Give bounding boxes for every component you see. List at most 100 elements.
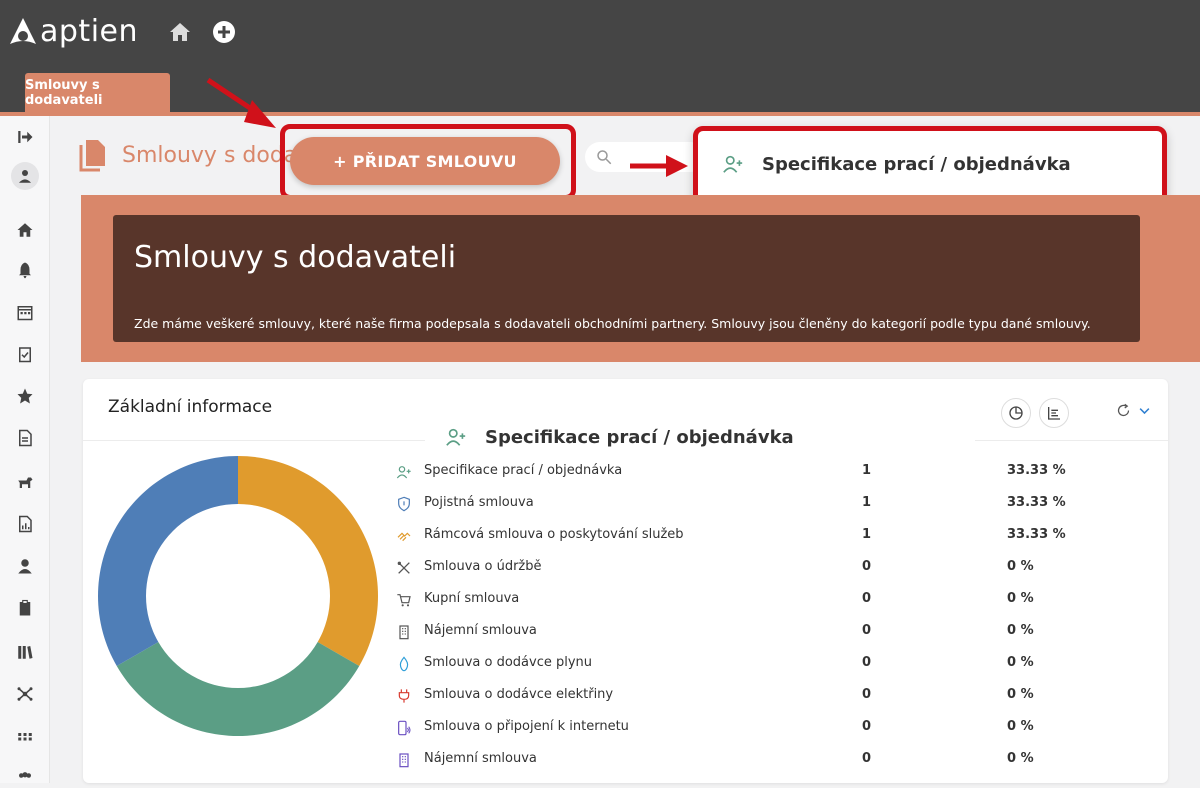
clipboard-icon[interactable] <box>14 597 36 619</box>
report-icon[interactable] <box>14 513 36 535</box>
legend-count: 0 <box>862 751 872 766</box>
legend-percentage: 33.33 % <box>1007 495 1066 510</box>
legend-label: Smlouva o údržbě <box>424 559 542 574</box>
chevron-down-icon <box>1139 408 1150 415</box>
legend-percentage: 0 % <box>1007 559 1034 574</box>
users-icon[interactable] <box>14 766 36 788</box>
refresh-control[interactable] <box>1116 403 1152 418</box>
legend-count: 0 <box>862 591 872 606</box>
document-icon[interactable] <box>14 427 36 449</box>
user-plus-icon <box>446 428 466 446</box>
aptien-logo-icon <box>10 17 36 44</box>
legend-count: 0 <box>862 655 872 670</box>
accent-line <box>0 112 1200 116</box>
legend-count: 1 <box>862 495 872 510</box>
clipboard-check-icon[interactable] <box>14 343 36 365</box>
legend-label: Smlouva o dodávce plynu <box>424 655 593 670</box>
highlight-frame-add-button <box>280 124 576 200</box>
refresh-icon <box>1117 403 1130 417</box>
legend-row[interactable]: Smlouva o dodávce plynu 0 0 % <box>396 654 1096 674</box>
handshake-icon <box>396 528 412 544</box>
legend-count: 1 <box>862 527 872 542</box>
legend-label: Smlouva o dodávce elektřiny <box>424 687 614 702</box>
legend-percentage: 0 % <box>1007 623 1034 638</box>
legend-row[interactable]: Kupní smlouva 0 0 % <box>396 590 1096 610</box>
user-plus-icon <box>396 464 412 480</box>
collapse-sidebar-icon[interactable] <box>14 126 36 148</box>
books-icon[interactable] <box>14 641 36 663</box>
list-icon <box>1048 407 1060 420</box>
legend-percentage: 33.33 % <box>1007 527 1066 542</box>
chart-tooltip-heading: Specifikace prací / objednávka <box>425 420 975 454</box>
user-plus-icon <box>723 155 743 173</box>
star-icon[interactable] <box>14 385 36 407</box>
bell-icon[interactable] <box>14 259 36 281</box>
legend-label: Nájemní smlouva <box>424 623 537 638</box>
top-bar <box>0 0 1200 112</box>
legend-count: 0 <box>862 623 872 638</box>
legend-percentage: 0 % <box>1007 751 1034 766</box>
dog-icon[interactable] <box>14 471 36 493</box>
banner-title: Smlouvy s dodavateli <box>134 240 457 275</box>
legend-percentage: 0 % <box>1007 719 1034 734</box>
avatar-icon[interactable] <box>11 162 39 190</box>
documents-icon <box>79 140 105 172</box>
banner-description: Zde máme veškeré smlouvy, které naše fir… <box>134 316 1091 331</box>
legend-count: 0 <box>862 687 872 702</box>
legend-label: Pojistná smlouva <box>424 495 534 510</box>
app-logo[interactable]: aptien <box>8 14 138 49</box>
legend-count: 0 <box>862 719 872 734</box>
dropdown-item-label: Specifikace prací / objednávka <box>762 153 1071 175</box>
legend-row[interactable]: Pojistná smlouva 1 33.33 % <box>396 494 1096 514</box>
grid-icon[interactable] <box>14 725 36 747</box>
legend-count: 1 <box>862 463 872 478</box>
donut-slice[interactable] <box>238 456 378 666</box>
arrow-annotation-2 <box>630 155 688 177</box>
cart-icon <box>396 592 412 608</box>
legend-label: Specifikace prací / objednávka <box>424 463 623 478</box>
legend-row[interactable]: Nájemní smlouva 0 0 % <box>396 622 1096 642</box>
legend-row[interactable]: Smlouva o připojení k internetu 0 0 % <box>396 718 1096 738</box>
legend-label: Nájemní smlouva <box>424 751 537 766</box>
pie-chart-toggle-button[interactable] <box>1001 398 1031 428</box>
add-circle-icon[interactable] <box>212 20 238 46</box>
legend-label: Smlouva o připojení k internetu <box>424 719 629 734</box>
legend-row[interactable]: Specifikace prací / objednávka 1 33.33 % <box>396 462 1096 482</box>
legend-percentage: 0 % <box>1007 591 1034 606</box>
home-icon[interactable] <box>168 20 194 46</box>
donut-chart[interactable] <box>98 456 378 736</box>
pie-chart-icon <box>1009 406 1023 420</box>
legend-row[interactable]: Rámcová smlouva o poskytování služeb 1 33.… <box>396 526 1096 546</box>
chart-heading-label: Specifikace prací / objednávka <box>485 426 794 448</box>
legend-label: Kupní smlouva <box>424 591 520 606</box>
building-icon <box>396 624 412 640</box>
legend-row[interactable]: Nájemní smlouva 0 0 % <box>396 750 1096 770</box>
logo-text: aptien <box>40 14 138 49</box>
shield-icon <box>396 496 412 512</box>
sidebar <box>0 116 50 783</box>
user-icon[interactable] <box>14 555 36 577</box>
card-title: Základní informace <box>108 397 273 417</box>
tab-smlouvy-s-dodavateli[interactable]: Smlouvy s dodavateli <box>25 73 170 112</box>
legend-percentage: 0 % <box>1007 655 1034 670</box>
calendar-icon[interactable] <box>14 301 36 323</box>
phone-wifi-icon <box>396 720 412 736</box>
legend-percentage: 0 % <box>1007 687 1034 702</box>
donut-slice[interactable] <box>116 642 360 736</box>
legend-row[interactable]: Smlouva o údržbě 0 0 % <box>396 558 1096 578</box>
network-icon[interactable] <box>14 683 36 705</box>
donut-slice[interactable] <box>98 456 238 666</box>
flame-icon <box>396 656 412 672</box>
search-icon <box>597 150 612 165</box>
plug-icon <box>396 688 412 704</box>
legend-count: 0 <box>862 559 872 574</box>
dropdown-item-specifikace[interactable]: Specifikace prací / objednávka <box>722 153 1071 175</box>
legend-row[interactable]: Smlouva o dodávce elektřiny 0 0 % <box>396 686 1096 706</box>
arrow-annotation-1 <box>206 77 276 128</box>
legend-percentage: 33.33 % <box>1007 463 1066 478</box>
building-icon <box>396 752 412 768</box>
home-icon[interactable] <box>14 219 36 241</box>
tools-icon <box>396 560 412 576</box>
list-view-toggle-button[interactable] <box>1039 398 1069 428</box>
legend-label: Rámcová smlouva o poskytování služeb <box>424 527 684 542</box>
